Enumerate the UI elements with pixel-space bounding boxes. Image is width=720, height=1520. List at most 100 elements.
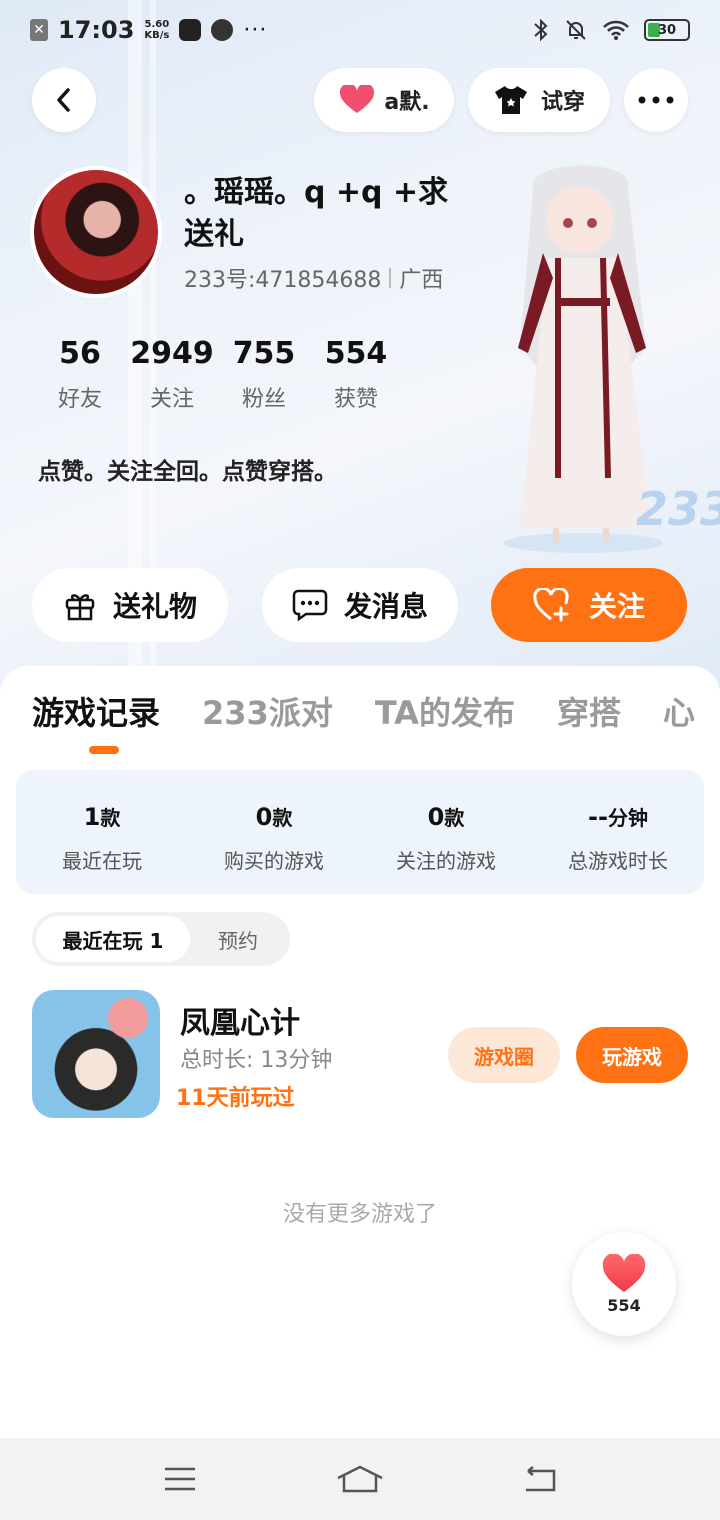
- like-count: 554: [607, 1295, 641, 1315]
- summary-label: 购买的游戏: [224, 849, 324, 873]
- tab-more[interactable]: 心: [663, 688, 695, 734]
- summary-value: 0: [255, 803, 273, 831]
- summary-value: --: [588, 803, 608, 831]
- summary-value: 1: [83, 803, 101, 831]
- app-notification-icon: [211, 19, 234, 41]
- stat-value: 2949: [130, 336, 214, 371]
- heart-icon: [340, 85, 375, 113]
- summary-label: 最近在玩: [62, 849, 142, 873]
- summary-value: 0: [427, 803, 445, 831]
- menu-icon: [165, 1467, 195, 1491]
- like-outfit-button[interactable]: a默.: [314, 68, 454, 132]
- game-name[interactable]: 凤凰心计: [180, 998, 300, 1042]
- stat-value: 554: [324, 336, 388, 371]
- summary-label: 总游戏时长: [568, 849, 668, 873]
- summary-unit: 分钟: [607, 806, 648, 830]
- game-list-segment: 最近在玩 1 预约: [32, 912, 290, 966]
- tab-bar: 游戏记录 233派对 TA的发布 穿搭 心: [32, 688, 720, 734]
- tiktok-app-icon: [179, 19, 202, 41]
- username: 。瑶瑶。q +q +求送礼: [184, 175, 449, 252]
- summary-purchased-games[interactable]: 0款 购买的游戏: [188, 770, 360, 894]
- game-icon[interactable]: [32, 990, 160, 1118]
- segment-reservations[interactable]: 预约: [190, 916, 286, 962]
- summary-label: 关注的游戏: [396, 849, 496, 873]
- figure-belt: [556, 298, 610, 306]
- figure-shadow: [503, 533, 663, 553]
- mute-bell-icon: [566, 20, 586, 40]
- status-time: 17:03: [58, 16, 135, 44]
- heart-plus-icon: [533, 588, 569, 622]
- divider: [389, 268, 392, 288]
- 233-logo: 233: [636, 482, 720, 536]
- avatar[interactable]: [30, 166, 162, 298]
- user-region: 广西: [399, 268, 444, 293]
- stat-label: 关注: [149, 387, 194, 412]
- user-id-row: 233号:471854688 广西: [184, 262, 443, 294]
- active-tab-indicator: [89, 746, 119, 754]
- summary-unit: 款: [272, 806, 293, 830]
- bluetooth-icon: [534, 18, 548, 42]
- figure-eye: [563, 218, 573, 228]
- figure-eye: [587, 218, 597, 228]
- profile-bio: 点赞。关注全回。点赞穿搭。: [38, 459, 337, 485]
- stat-label: 获赞: [333, 387, 378, 412]
- try-on-label: 试穿: [540, 90, 585, 115]
- stat-value: 56: [59, 336, 101, 371]
- stat-friends[interactable]: 56 好友: [34, 336, 126, 413]
- stat-likes[interactable]: 554 获赞: [310, 336, 402, 413]
- stat-fans[interactable]: 755 粉丝: [218, 336, 310, 413]
- game-circle-button[interactable]: 游戏圈: [448, 1027, 560, 1083]
- battery-icon: 30: [644, 19, 690, 41]
- network-speed-value: 5.60: [144, 19, 170, 30]
- battery-level: 30: [657, 22, 677, 38]
- menu-nav-button[interactable]: [150, 1454, 210, 1504]
- follow-label: 关注: [588, 590, 645, 623]
- send-gift-button[interactable]: 送礼物: [32, 568, 228, 642]
- network-speed-unit: KB/s: [144, 30, 170, 41]
- wifi-icon: [603, 20, 629, 40]
- more-options-button[interactable]: [624, 68, 688, 132]
- tshirt-icon: [494, 86, 527, 114]
- summary-followed-games[interactable]: 0款 关注的游戏: [360, 770, 532, 894]
- chevron-left-icon: [57, 88, 70, 112]
- return-icon: [526, 1466, 556, 1492]
- user-id: 233号:471854688: [184, 268, 382, 293]
- tab-233-party[interactable]: 233派对: [202, 688, 333, 734]
- tab-game-records[interactable]: 游戏记录: [32, 688, 160, 734]
- summary-recent-played[interactable]: 1款 最近在玩: [16, 770, 188, 894]
- stat-label: 粉丝: [241, 387, 286, 412]
- summary-unit: 款: [444, 806, 465, 830]
- stat-following[interactable]: 2949 关注: [126, 336, 218, 413]
- follow-button[interactable]: 关注: [491, 568, 687, 642]
- send-message-button[interactable]: 发消息: [262, 568, 458, 642]
- like-profile-button[interactable]: 554: [572, 1232, 676, 1336]
- segment-recent-playing[interactable]: 最近在玩 1: [36, 916, 190, 962]
- profile-stats: 56 好友 2949 关注 755 粉丝 554 获赞: [34, 336, 402, 413]
- like-label: a默.: [384, 90, 430, 115]
- notification-icon: ✕: [30, 19, 48, 41]
- send-gift-label: 送礼物: [112, 590, 197, 623]
- home-nav-button[interactable]: [330, 1454, 390, 1504]
- tab-posts[interactable]: TA的发布: [375, 688, 515, 734]
- status-bar: ✕ 17:03 5.60 KB/s ··· 30: [0, 0, 720, 60]
- system-navigation-bar: [0, 1438, 720, 1520]
- network-speed: 5.60 KB/s: [144, 19, 169, 41]
- back-nav-button[interactable]: [510, 1454, 570, 1504]
- summary-total-playtime: --分钟 总游戏时长: [532, 770, 704, 894]
- home-icon: [337, 1465, 383, 1493]
- send-message-label: 发消息: [343, 590, 428, 623]
- more-notifications-icon: ···: [243, 17, 268, 43]
- stat-value: 755: [232, 336, 296, 371]
- summary-unit: 款: [100, 806, 121, 830]
- try-on-button[interactable]: 试穿: [468, 68, 610, 132]
- gift-icon: [65, 594, 95, 621]
- figure-face: [546, 186, 614, 254]
- stat-label: 好友: [57, 387, 102, 412]
- tab-outfits[interactable]: 穿搭: [557, 688, 621, 734]
- more-dots-icon: [638, 96, 674, 104]
- game-last-played: 11天前玩过: [176, 1086, 295, 1111]
- game-summary-card: 1款 最近在玩 0款 购买的游戏 0款 关注的游戏 --分钟 总游戏时长: [16, 770, 704, 894]
- back-button[interactable]: [32, 68, 96, 132]
- play-game-button[interactable]: 玩游戏: [576, 1027, 688, 1083]
- no-more-games-text: 没有更多游戏了: [282, 1202, 437, 1227]
